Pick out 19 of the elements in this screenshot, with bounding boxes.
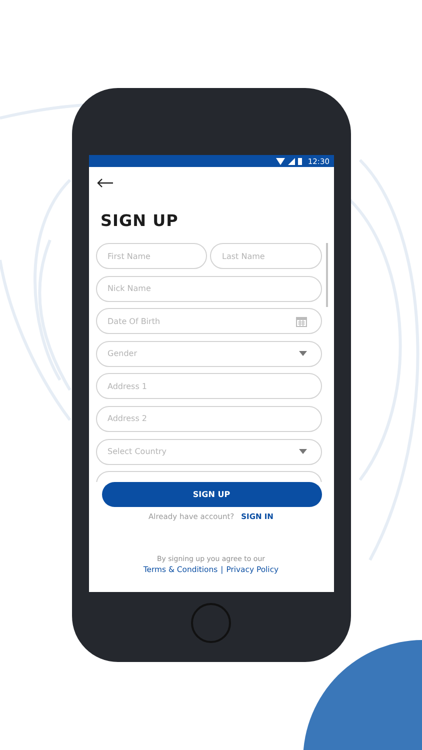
input-field[interactable]: First Name: [96, 243, 207, 269]
home-button[interactable]: [191, 603, 231, 643]
page-title: SIGN UP: [100, 210, 180, 228]
dropdown-field[interactable]: Select Country: [96, 438, 322, 465]
back-arrow-icon[interactable]: [96, 178, 112, 188]
sign-up-button[interactable]: SIGN UP: [102, 482, 322, 507]
input-field[interactable]: Last Name: [210, 243, 322, 269]
input-field[interactable]: Nick Name: [96, 276, 322, 302]
input-field[interactable]: Date Of Birth: [96, 308, 322, 334]
wifi-icon: [276, 158, 285, 164]
scrollbar[interactable]: [326, 243, 328, 307]
calendar-icon: [296, 316, 306, 327]
caret-icon: [298, 351, 306, 356]
caret-icon: [298, 449, 306, 454]
battery-icon: [298, 158, 302, 164]
signal-icon: [288, 158, 295, 164]
input-field[interactable]: Address 1: [96, 373, 322, 400]
dropdown-field[interactable]: Gender: [96, 340, 322, 367]
input-field[interactable]: Address 2: [96, 406, 322, 432]
